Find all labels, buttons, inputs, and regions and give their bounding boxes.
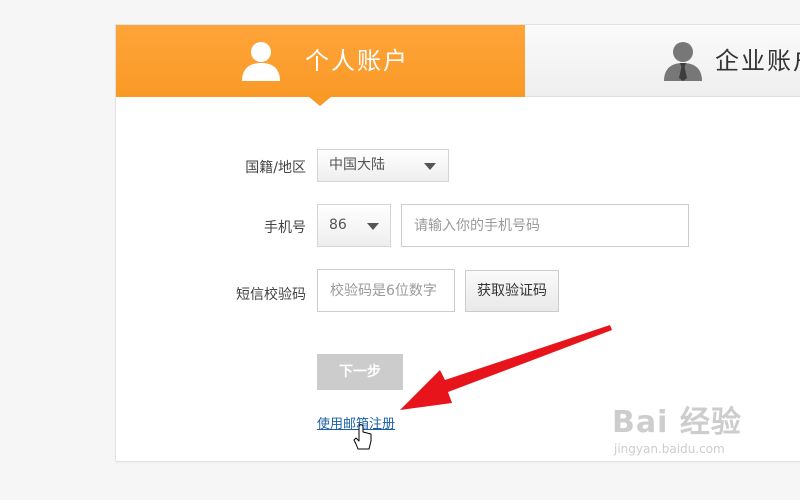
- next-step-button[interactable]: 下一步: [317, 354, 403, 390]
- email-register-link[interactable]: 使用邮箱注册: [317, 413, 395, 432]
- baidu-watermark: Bai 经验 jingyan.baidu.com: [612, 406, 742, 458]
- tab-business-label: 企业账户: [715, 47, 800, 75]
- user-icon: [242, 42, 280, 81]
- registration-card: 个人账户 企业账户 国籍/地区 中国大陆 手机号 86 短信校验码 获取验证码: [115, 24, 800, 462]
- page: 个人账户 企业账户 国籍/地区 中国大陆 手机号 86 短信校验码 获取验证码: [0, 0, 800, 500]
- country-code-value: 86: [329, 217, 347, 233]
- tab-personal-account[interactable]: 个人账户: [116, 25, 525, 106]
- nationality-label: 国籍/地区: [245, 160, 306, 176]
- watermark-url: jingyan.baidu.com: [614, 442, 725, 456]
- nationality-value: 中国大陆: [329, 157, 385, 173]
- sms-code-label: 短信校验码: [236, 287, 306, 303]
- get-code-button[interactable]: 获取验证码: [465, 270, 559, 312]
- tab-business-account[interactable]: 企业账户: [525, 25, 800, 97]
- business-user-icon: [664, 42, 702, 81]
- chevron-down-icon: [424, 163, 436, 170]
- sms-code-input[interactable]: [317, 269, 455, 312]
- phone-label: 手机号: [264, 220, 306, 236]
- chevron-down-icon: [367, 223, 379, 230]
- watermark-logo: Bai 经验: [612, 405, 742, 440]
- nationality-select[interactable]: 中国大陆: [317, 149, 449, 182]
- tab-personal-label: 个人账户: [305, 47, 409, 75]
- phone-input[interactable]: [401, 204, 689, 247]
- country-code-select[interactable]: 86: [317, 204, 391, 247]
